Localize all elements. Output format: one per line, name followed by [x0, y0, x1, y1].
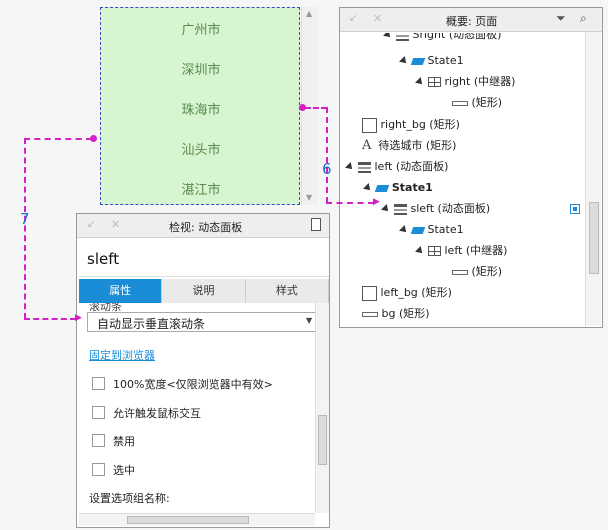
disabled-checkbox[interactable]	[92, 434, 105, 447]
outline-row[interactable]: left_bg (矩形)	[362, 283, 452, 303]
inspector-titlebar: ↙ ✕ 检视: 动态面板	[77, 214, 329, 238]
inspector-title: 检视: 动态面板	[169, 221, 243, 234]
page-icon[interactable]	[311, 218, 321, 231]
collapse-icon[interactable]: ↙	[349, 13, 357, 24]
inspector-tabs: 属性 说明 样式	[79, 279, 329, 303]
widget-name-field[interactable]: sleft	[79, 240, 329, 277]
city-item[interactable]: 汕头市	[101, 139, 301, 158]
repeater-icon	[428, 77, 441, 87]
outline-title: 概要: 页面	[446, 15, 498, 28]
outline-row[interactable]: State1	[399, 220, 464, 240]
outline-row[interactable]: A 待选城市 (矩形)	[362, 136, 456, 156]
outline-row[interactable]: State1	[363, 178, 433, 198]
outline-scroll-thumb[interactable]	[589, 202, 599, 274]
city-item[interactable]: 深圳市	[101, 59, 301, 78]
repeater-icon	[428, 246, 441, 256]
collapse-icon[interactable]: ↙	[87, 219, 95, 230]
full-width-label: 100%宽度<仅限浏览器中有效>	[113, 378, 273, 391]
outline-row[interactable]: Sright (动态面板)	[383, 33, 501, 45]
outline-row[interactable]: bg (矩形)	[362, 304, 430, 324]
dynamic-panel-icon	[394, 203, 407, 215]
text-icon: A	[362, 138, 372, 153]
outline-row[interactable]: (矩形)	[452, 262, 502, 282]
outline-row[interactable]: sleft (动态面板)	[381, 199, 490, 219]
mouse-interaction-label: 允许触发鼠标交互	[113, 407, 201, 420]
chevron-down-icon: ▼	[306, 316, 313, 325]
state-icon	[410, 226, 426, 234]
city-list-panel[interactable]: 广州市 深圳市 珠海市 汕头市 湛江市	[100, 7, 300, 205]
city-item[interactable]: 珠海市	[101, 99, 301, 118]
dynamic-panel-icon	[358, 161, 371, 173]
inspector-v-scrollbar[interactable]	[315, 303, 329, 513]
annotation-number-7: 7	[20, 210, 30, 228]
close-icon[interactable]: ✕	[111, 218, 120, 231]
connector-line	[326, 107, 328, 203]
state-icon	[374, 184, 390, 192]
mouse-interaction-checkbox[interactable]	[92, 406, 105, 419]
inspector-h-scrollbar[interactable]	[79, 513, 315, 526]
rectangle-icon	[362, 117, 377, 133]
connector-line	[24, 318, 76, 320]
selected-label: 选中	[113, 464, 135, 477]
tab-properties[interactable]: 属性	[79, 279, 163, 303]
scroll-down-arrow-icon[interactable]: ▼	[306, 193, 312, 202]
rectangle-icon	[362, 285, 377, 301]
connector-line	[326, 202, 374, 204]
rectangle-icon	[452, 100, 468, 106]
scrollbar-select[interactable]: 自动显示垂直滚动条 ▼	[87, 312, 315, 332]
disabled-label: 禁用	[113, 435, 135, 448]
tab-notes[interactable]: 说明	[162, 279, 246, 303]
tab-style[interactable]: 样式	[245, 279, 329, 303]
selection-marker	[570, 204, 580, 214]
outline-row[interactable]: State1	[399, 51, 464, 71]
connector-line	[24, 138, 92, 140]
group-name-label: 设置选项组名称:	[89, 492, 170, 505]
outline-tree: Sright (动态面板) State1 right (中继器) (矩形) ri…	[340, 33, 586, 327]
outline-row[interactable]: right_bg (矩形)	[362, 115, 460, 135]
city-item[interactable]: 湛江市	[101, 179, 301, 198]
inspector-h-scroll-thumb[interactable]	[127, 516, 249, 524]
filter-icon[interactable]: ⏷	[556, 11, 566, 26]
city-item[interactable]: 广州市	[101, 19, 301, 38]
scroll-up-arrow-icon[interactable]: ▲	[306, 9, 312, 18]
outline-panel: ↙ ✕ 概要: 页面 ⏷ ⌕ Sright (动态面板) State1 righ…	[339, 7, 603, 328]
outline-row[interactable]: left (中继器)	[415, 241, 507, 261]
outline-titlebar: ↙ ✕ 概要: 页面 ⏷ ⌕	[340, 8, 602, 32]
annotation-number-6: 6	[322, 160, 332, 178]
properties-content: 滚动条 自动显示垂直滚动条 ▼ 固定到浏览器 100%宽度<仅限浏览器中有效> …	[77, 303, 315, 513]
rectangle-icon	[452, 269, 468, 275]
full-width-checkbox[interactable]	[92, 377, 105, 390]
arrow-right-icon: ▶	[75, 313, 82, 323]
search-icon[interactable]: ⌕	[580, 11, 587, 26]
connector-line	[24, 138, 26, 319]
outline-row[interactable]: left (动态面板)	[345, 157, 448, 177]
state-icon	[410, 57, 426, 65]
widget-name-value: sleft	[87, 250, 120, 268]
inspector-panel: ↙ ✕ 检视: 动态面板 sleft 属性 说明 样式 滚动条 自动显示垂直滚动…	[76, 213, 330, 528]
rectangle-icon	[362, 311, 378, 317]
connector-line	[305, 107, 327, 109]
selected-checkbox[interactable]	[92, 463, 105, 476]
close-icon[interactable]: ✕	[373, 12, 382, 25]
inspector-v-scroll-thumb[interactable]	[318, 415, 327, 465]
arrow-right-icon: ▶	[373, 197, 380, 207]
outline-row[interactable]: right (中继器)	[415, 72, 515, 92]
pin-to-browser-link[interactable]: 固定到浏览器	[89, 347, 155, 363]
scrollbar-select-value: 自动显示垂直滚动条	[97, 317, 206, 331]
outline-scrollbar[interactable]	[585, 32, 601, 326]
outline-row[interactable]: (矩形)	[452, 93, 502, 113]
